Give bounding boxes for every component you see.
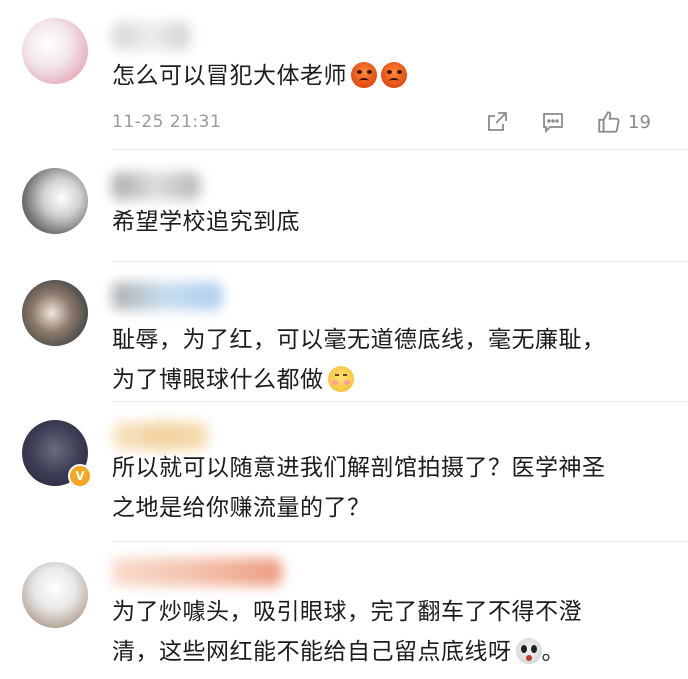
comment-text-content: 为了博眼球什么都做 [112, 367, 324, 393]
scared-face-icon [515, 638, 542, 664]
verified-badge-icon: V [68, 464, 92, 488]
comment-text-line-2: 之地是给你赚流量的了？ [112, 495, 371, 521]
username-blurred[interactable] [112, 172, 200, 200]
share-button[interactable] [485, 110, 509, 134]
timestamp: 11-25 21:31 [112, 112, 222, 132]
comment-text: 所以就可以随意进我们解剖馆拍摄了？医学神圣 之地是给你赚流量的了？ [112, 448, 672, 528]
shy-face-icon [327, 366, 354, 392]
comment-4: V 所以就可以随意进我们解剖馆拍摄了？医学神圣 之地是给你赚流量的了？ [0, 402, 688, 542]
avatar[interactable] [22, 562, 88, 628]
comment-text-line-2: 为了博眼球什么都做 [112, 360, 672, 400]
username-blurred[interactable] [112, 558, 282, 586]
comment-text-content: 清，这些网红能不能给自己留点底线呀 [112, 639, 512, 665]
avatar[interactable] [22, 168, 88, 234]
comment-3: 耻辱，为了红，可以毫无道德底线，毫无廉耻， 为了博眼球什么都做 [0, 262, 688, 402]
comment-text-content: 怎么可以冒犯大体老师 [112, 63, 347, 89]
reply-button[interactable] [541, 110, 565, 134]
comment-2: 希望学校追究到底 [0, 150, 688, 262]
avatar[interactable] [22, 18, 88, 84]
thumbs-up-icon [598, 111, 620, 133]
username-blurred[interactable] [112, 282, 222, 310]
share-icon [488, 112, 507, 131]
comment-text-line: 所以就可以随意进我们解剖馆拍摄了？医学神圣 [112, 455, 606, 481]
comment-text-line: 为了炒噱头，吸引眼球，完了翻车了不得不澄 [112, 599, 582, 625]
comment-text: 耻辱，为了红，可以毫无道德底线，毫无廉耻， 为了博眼球什么都做 [112, 320, 672, 400]
comment-text: 为了炒噱头，吸引眼球，完了翻车了不得不澄 清，这些网红能不能给自己留点底线呀 。 [112, 592, 672, 672]
comment-icon [543, 113, 563, 134]
like-count: 19 [628, 111, 651, 133]
avatar[interactable] [22, 280, 88, 346]
comment-text-line: 耻辱，为了红，可以毫无道德底线，毫无廉耻， [112, 327, 606, 353]
comment-text-line-2: 清，这些网红能不能给自己留点底线呀 。 [112, 632, 672, 672]
comment-text: 怎么可以冒犯大体老师 [112, 56, 672, 96]
comment-5: 为了炒噱头，吸引眼球，完了翻车了不得不澄 清，这些网红能不能给自己留点底线呀 。 [0, 542, 688, 679]
comment-text: 希望学校追究到底 [112, 202, 672, 242]
like-button[interactable]: 19 [596, 109, 651, 135]
comment-text-content: 希望学校追究到底 [112, 209, 300, 235]
username-blurred[interactable] [112, 22, 190, 50]
comment-text-tail: 。 [541, 639, 565, 665]
comment-1: 怎么可以冒犯大体老师 11-25 21:31 19 [0, 0, 688, 150]
angry-face-icon [351, 62, 377, 88]
angry-face-icon [381, 62, 407, 88]
username-blurred[interactable] [112, 422, 208, 450]
